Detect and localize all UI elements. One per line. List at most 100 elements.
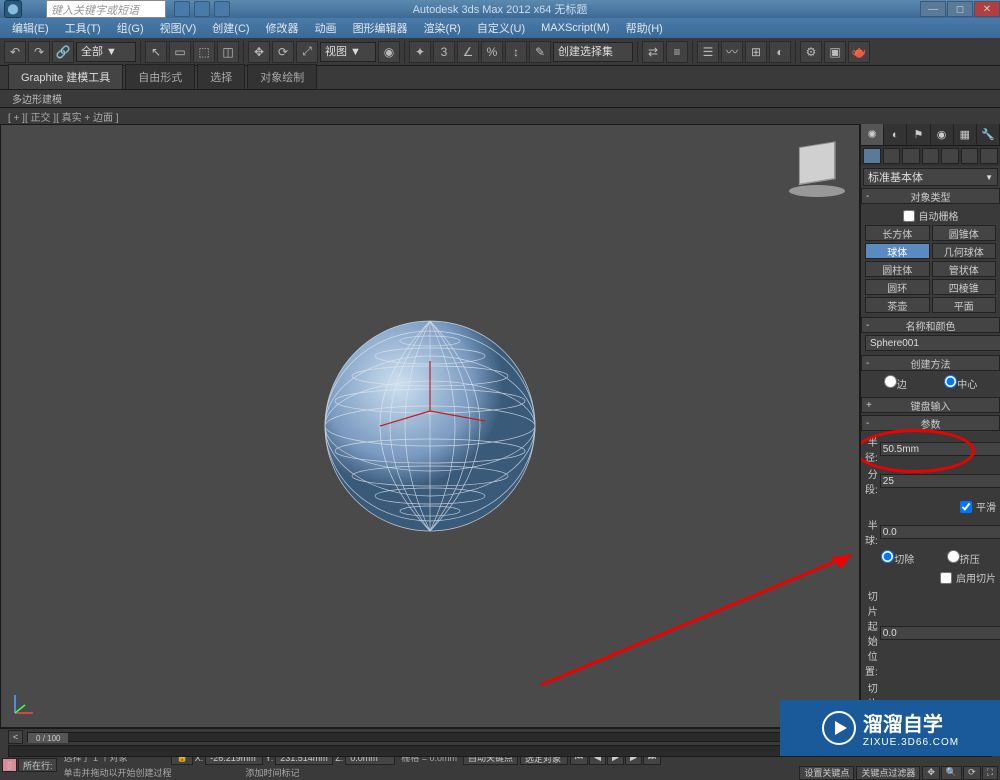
display-tab[interactable]: ▦ — [954, 124, 977, 145]
squash-radio[interactable] — [947, 550, 960, 563]
sphere-object[interactable] — [320, 316, 540, 536]
create-tab[interactable]: ✺ — [861, 124, 884, 145]
select-region-button[interactable]: ⬚ — [193, 41, 215, 63]
sphere-button[interactable]: 球体 — [865, 243, 930, 259]
layers-button[interactable]: ☰ — [697, 41, 719, 63]
setkey-button[interactable]: 设置关键点 — [799, 766, 854, 780]
time-prev-button[interactable]: < — [8, 730, 23, 744]
menu-grapheditors[interactable]: 图形编辑器 — [345, 18, 416, 38]
radius-input[interactable] — [880, 442, 1000, 456]
object-name-input[interactable] — [865, 335, 1000, 351]
tab-freeform[interactable]: 自由形式 — [125, 64, 195, 89]
tube-button[interactable]: 管状体 — [932, 261, 997, 277]
slice-from-input[interactable] — [880, 626, 1000, 640]
tab-paint[interactable]: 对象绘制 — [247, 64, 317, 89]
viewport[interactable] — [0, 124, 860, 728]
viewport-label[interactable]: [ + ][ 正交 ][ 真实 + 边面 ] — [8, 109, 119, 124]
named-selection-sets[interactable]: 创建选择集 — [553, 42, 633, 62]
selection-filter[interactable]: 全部 ▼ — [76, 42, 136, 62]
ref-coord-select[interactable]: 视图 ▼ — [320, 42, 376, 62]
edge-radio[interactable] — [884, 375, 897, 388]
object-type-header[interactable]: 对象类型 — [861, 188, 1000, 204]
teapot-button[interactable]: 茶壶 — [865, 297, 930, 313]
rotate-button[interactable]: ⟳ — [272, 41, 294, 63]
smooth-checkbox[interactable] — [960, 501, 972, 513]
menu-views[interactable]: 视图(V) — [152, 18, 205, 38]
select-button[interactable]: ↖ — [145, 41, 167, 63]
menu-customize[interactable]: 自定义(U) — [469, 18, 533, 38]
category-select[interactable]: 标准基本体 — [863, 168, 998, 186]
mirror-button[interactable]: ⇄ — [642, 41, 664, 63]
scale-button[interactable]: ⤢ — [296, 41, 318, 63]
key-filters-button[interactable]: 关键点过滤器 — [856, 766, 920, 780]
parameters-header[interactable]: 参数 — [861, 415, 1000, 431]
lights-icon[interactable] — [902, 148, 920, 164]
manipulate-button[interactable]: ✦ — [409, 41, 431, 63]
subtab-poly[interactable]: 多边形建模 — [8, 91, 66, 106]
menu-animation[interactable]: 动画 — [307, 18, 345, 38]
hierarchy-tab[interactable]: ⚑ — [907, 124, 930, 145]
spacewarps-icon[interactable] — [961, 148, 979, 164]
minimize-button[interactable]: — — [920, 1, 946, 17]
info-icon[interactable] — [214, 1, 230, 17]
menu-tools[interactable]: 工具(T) — [57, 18, 109, 38]
viewcube-cube-icon[interactable] — [799, 141, 835, 184]
menu-maxscript[interactable]: MAXScript(M) — [533, 20, 617, 36]
menu-help[interactable]: 帮助(H) — [618, 18, 671, 38]
plane-button[interactable]: 平面 — [932, 297, 997, 313]
center-radio[interactable] — [944, 375, 957, 388]
edit-named-sel-button[interactable]: ✎ — [529, 41, 551, 63]
systems-icon[interactable] — [980, 148, 998, 164]
name-color-header[interactable]: 名称和颜色 — [861, 317, 1000, 333]
restore-button[interactable]: ◻ — [947, 1, 973, 17]
modify-tab[interactable]: ◐ — [884, 124, 907, 145]
align-button[interactable]: ≡ — [666, 41, 688, 63]
creation-method-header[interactable]: 创建方法 — [861, 355, 1000, 371]
menu-rendering[interactable]: 渲染(R) — [416, 18, 469, 38]
close-button[interactable]: ✕ — [974, 1, 1000, 17]
keyboard-entry-header[interactable]: 键盘输入 — [861, 397, 1000, 413]
help-icon[interactable] — [174, 1, 190, 17]
helpers-icon[interactable] — [941, 148, 959, 164]
nav-pan-icon[interactable]: ✥ — [922, 766, 940, 780]
link-button[interactable]: 🔗 — [52, 41, 74, 63]
render-setup-button[interactable]: ⚙ — [800, 41, 822, 63]
utilities-tab[interactable]: 🔧 — [977, 124, 1000, 145]
move-button[interactable]: ✥ — [248, 41, 270, 63]
pivot-button[interactable]: ◉ — [378, 41, 400, 63]
listener-button[interactable]: 所在行: — [18, 758, 58, 772]
menu-create[interactable]: 创建(C) — [204, 18, 257, 38]
maxscript-mini-button[interactable]: ▯ — [2, 758, 17, 772]
autogrid-checkbox[interactable] — [903, 210, 915, 222]
select-name-button[interactable]: ▭ — [169, 41, 191, 63]
angle-snap-toggle[interactable]: ∠ — [457, 41, 479, 63]
viewcube-base-icon[interactable] — [789, 185, 845, 197]
snap-toggle[interactable]: 3 — [433, 41, 455, 63]
menu-edit[interactable]: 编辑(E) — [4, 18, 57, 38]
spinner-snap-toggle[interactable]: ↕ — [505, 41, 527, 63]
nav-orbit-icon[interactable]: ⟳ — [963, 766, 981, 780]
viewcube[interactable] — [789, 135, 845, 191]
shapes-icon[interactable] — [883, 148, 901, 164]
time-slider-handle[interactable]: 0 / 100 — [28, 733, 68, 743]
redo-button[interactable]: ↷ — [28, 41, 50, 63]
tab-graphite[interactable]: Graphite 建模工具 — [8, 64, 123, 89]
pyramid-button[interactable]: 四棱锥 — [932, 279, 997, 295]
percent-snap-toggle[interactable]: % — [481, 41, 503, 63]
cameras-icon[interactable] — [922, 148, 940, 164]
motion-tab[interactable]: ◉ — [931, 124, 954, 145]
star-icon[interactable] — [194, 1, 210, 17]
render-frame-button[interactable]: ▣ — [824, 41, 846, 63]
undo-button[interactable]: ↶ — [4, 41, 26, 63]
box-button[interactable]: 长方体 — [865, 225, 930, 241]
cone-button[interactable]: 圆锥体 — [932, 225, 997, 241]
nav-maximize-icon[interactable]: ⛶ — [982, 766, 998, 780]
menu-modifiers[interactable]: 修改器 — [258, 18, 307, 38]
menu-group[interactable]: 组(G) — [109, 18, 152, 38]
schematic-button[interactable]: ⊞ — [745, 41, 767, 63]
hemi-input[interactable] — [880, 525, 1000, 539]
slice-on-checkbox[interactable] — [940, 572, 952, 584]
window-crossing-button[interactable]: ◫ — [217, 41, 239, 63]
material-editor-button[interactable]: ◐ — [769, 41, 791, 63]
search-input[interactable]: 键入关键字或短语 — [46, 0, 166, 18]
